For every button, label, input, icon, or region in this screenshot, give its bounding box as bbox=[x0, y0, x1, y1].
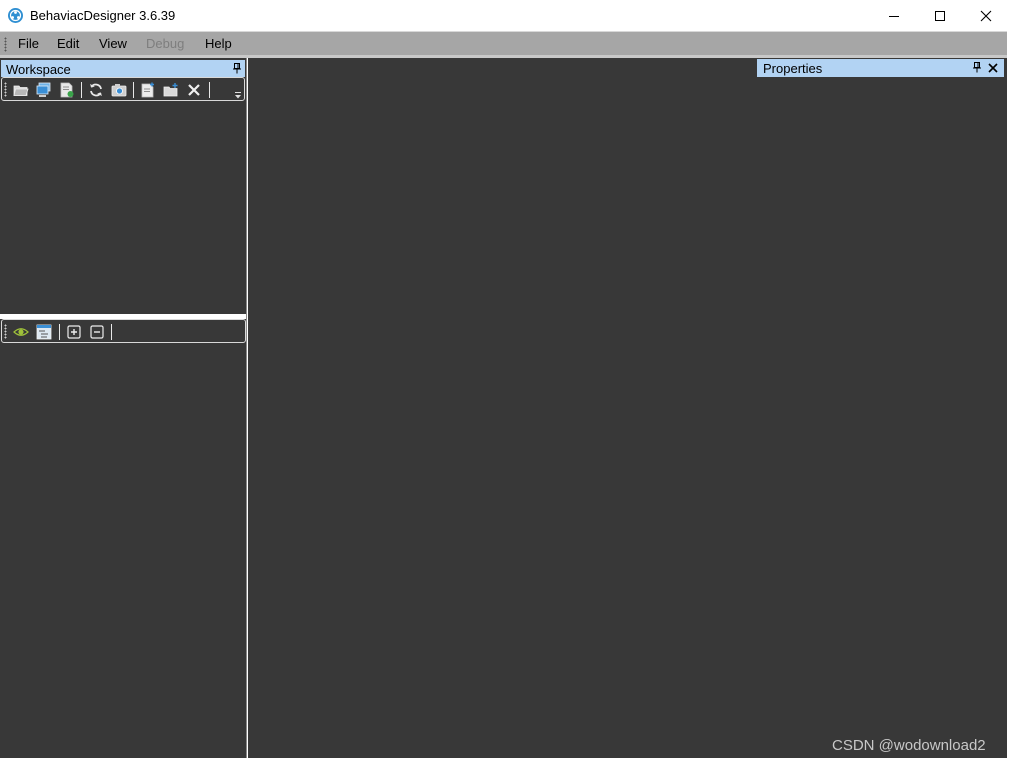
workspace-header[interactable]: Workspace bbox=[1, 60, 245, 77]
computer-icon[interactable] bbox=[36, 82, 52, 98]
menu-help[interactable]: Help bbox=[205, 36, 232, 51]
camera-icon[interactable] bbox=[111, 82, 127, 98]
maximize-icon bbox=[935, 10, 945, 21]
workspace-toolbar bbox=[1, 77, 245, 101]
menu-bar: File Edit View Debug Help bbox=[0, 31, 1007, 55]
toolbar-separator bbox=[81, 82, 82, 98]
delete-icon[interactable] bbox=[186, 82, 202, 98]
pin-icon[interactable] bbox=[232, 63, 242, 74]
behaviac-app-icon bbox=[8, 8, 23, 23]
workspace-panel: Workspace bbox=[0, 58, 247, 758]
new-file-icon[interactable] bbox=[140, 82, 156, 98]
tree-toolbar bbox=[1, 319, 246, 343]
maximize-button[interactable] bbox=[917, 0, 963, 31]
workspace-title: Workspace bbox=[6, 62, 71, 77]
document-icon[interactable] bbox=[59, 82, 75, 98]
minimize-button[interactable] bbox=[871, 0, 917, 31]
close-icon[interactable] bbox=[988, 63, 998, 73]
properties-title: Properties bbox=[763, 61, 823, 76]
window-title: BehaviacDesigner 3.6.39 bbox=[30, 8, 176, 23]
toolbar-separator bbox=[209, 82, 210, 98]
close-icon bbox=[980, 10, 992, 21]
eye-icon[interactable] bbox=[13, 324, 29, 340]
watermark: CSDN @wodownload2 bbox=[832, 737, 986, 754]
new-folder-icon[interactable] bbox=[163, 82, 179, 98]
title-bar[interactable]: BehaviacDesigner 3.6.39 bbox=[0, 0, 1010, 31]
minimize-icon bbox=[889, 15, 899, 17]
toolbar-separator bbox=[59, 324, 60, 340]
open-folder-icon[interactable] bbox=[13, 82, 29, 98]
collapse-all-icon[interactable] bbox=[89, 324, 105, 340]
close-button[interactable] bbox=[963, 0, 1009, 31]
window-border-bottom bbox=[0, 758, 1010, 763]
toolbar-overflow-icon[interactable] bbox=[234, 91, 242, 99]
menu-view[interactable]: View bbox=[99, 36, 127, 51]
refresh-icon[interactable] bbox=[88, 82, 104, 98]
menu-grip[interactable] bbox=[4, 37, 7, 52]
toolbar-separator bbox=[133, 82, 134, 98]
menu-file[interactable]: File bbox=[18, 36, 39, 51]
toolbar-grip[interactable] bbox=[4, 82, 7, 97]
toolbar-separator bbox=[111, 324, 112, 340]
editor-area[interactable] bbox=[248, 58, 1007, 758]
expand-all-icon[interactable] bbox=[66, 324, 82, 340]
pin-icon[interactable] bbox=[972, 62, 982, 73]
menu-debug: Debug bbox=[146, 36, 185, 51]
toolbar-grip[interactable] bbox=[4, 324, 7, 339]
menu-edit[interactable]: Edit bbox=[57, 36, 79, 51]
tree-view-icon[interactable] bbox=[36, 324, 52, 340]
properties-header[interactable]: Properties bbox=[757, 59, 1004, 77]
